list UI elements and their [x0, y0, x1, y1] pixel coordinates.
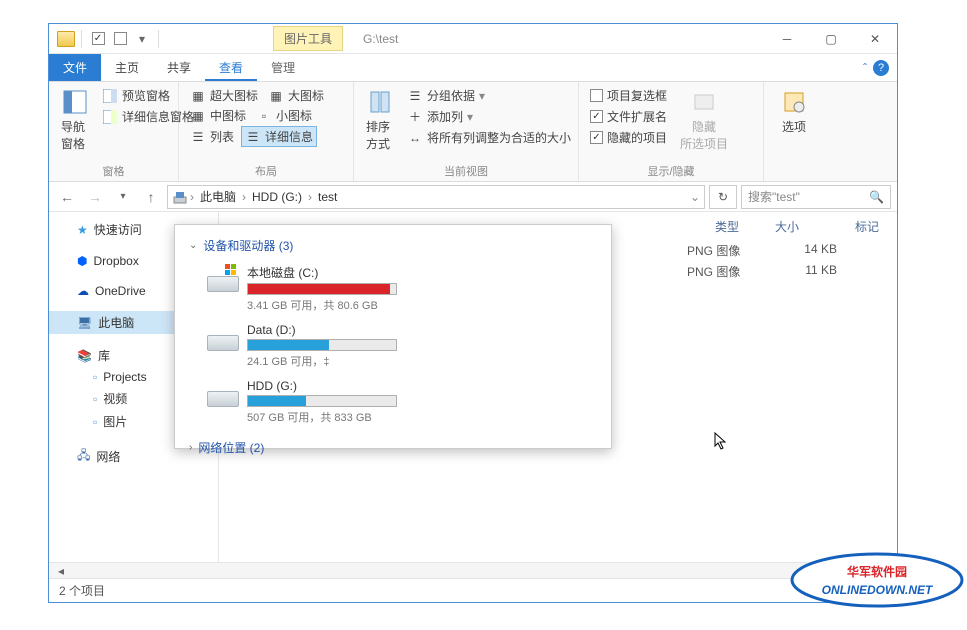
contextual-tab-label: 图片工具	[273, 26, 343, 51]
close-button[interactable]: ✕	[853, 25, 897, 53]
scroll-left-arrow[interactable]: ◂	[53, 564, 69, 578]
group-by-button[interactable]: ☰分组依据 ▾	[404, 86, 574, 105]
view-md-icons[interactable]: ▦中图标	[187, 106, 249, 125]
ribbon-group-label: 当前视图	[362, 161, 570, 179]
tab-view[interactable]: 查看	[205, 54, 257, 81]
ribbon-group-label: 显示/隐藏	[587, 161, 755, 179]
chevron-right-icon: ›	[189, 442, 192, 453]
file-ext-toggle[interactable]: 文件扩展名	[587, 107, 670, 126]
qat-button[interactable]	[88, 29, 108, 49]
qat-dropdown[interactable]: ▾	[132, 29, 152, 49]
quick-access-toolbar: ▾	[49, 29, 163, 49]
breadcrumb-bar[interactable]: › 此电脑 › HDD (G:) › test ⌄	[167, 185, 705, 209]
pictures-icon: ▫	[93, 415, 97, 429]
maximize-button[interactable]: ▢	[809, 25, 853, 53]
tab-manage[interactable]: 管理	[257, 54, 309, 81]
search-placeholder: 搜索"test"	[748, 188, 800, 205]
drive-icon	[207, 379, 239, 407]
tab-share[interactable]: 共享	[153, 54, 205, 81]
star-icon: ★	[77, 223, 88, 237]
drive-free-text: 3.41 GB 可用，共 80.6 GB	[247, 297, 397, 313]
view-xl-icons[interactable]: ▦超大图标	[187, 86, 261, 105]
drive-item[interactable]: 本地磁盘 (C:) 3.41 GB 可用，共 80.6 GB	[207, 264, 397, 313]
back-button[interactable]: ←	[55, 185, 79, 209]
chevron-down-icon: ⌄	[189, 240, 197, 251]
file-row[interactable]: PNG 图像 14 KB	[687, 240, 887, 261]
ribbon-collapse-icon[interactable]: ˆ	[863, 61, 867, 75]
drive-usage-bar	[247, 339, 397, 351]
drive-free-text: 24.1 GB 可用，‡	[247, 353, 397, 369]
ribbon: 导航窗格 预览窗格 详细信息窗格 窗格 ▦超大图标 ▦大图标 ▦中图标 ▫小图标	[49, 82, 897, 182]
window-title: G:\test	[363, 32, 398, 46]
item-count: 2 个项目	[59, 582, 105, 599]
sort-button[interactable]: 排序方式	[362, 86, 398, 154]
folder-icon: ▫	[93, 370, 97, 384]
mouse-cursor	[714, 432, 728, 450]
help-icon[interactable]: ?	[873, 60, 889, 76]
view-details[interactable]: ☰详细信息	[241, 126, 317, 147]
history-dropdown[interactable]: ▾	[111, 185, 135, 209]
up-button[interactable]: ↑	[139, 185, 163, 209]
hide-selected-button[interactable]: 隐藏 所选项目	[676, 86, 732, 154]
view-list[interactable]: ☰列表	[187, 126, 237, 147]
cloud-icon: ☁	[77, 284, 89, 298]
drive-icon	[207, 323, 239, 351]
tab-file[interactable]: 文件	[49, 54, 101, 81]
autosize-columns-button[interactable]: ↔将所有列调整为合适的大小	[404, 128, 574, 147]
column-type[interactable]: 类型	[697, 218, 757, 235]
drive-usage-bar	[247, 395, 397, 407]
folder-icon	[57, 31, 75, 47]
svg-text:ONLINEDOWN.NET: ONLINEDOWN.NET	[822, 583, 934, 597]
ribbon-tabs: 文件 主页 共享 查看 管理 ˆ ?	[49, 54, 897, 82]
status-bar: 2 个项目	[49, 578, 897, 602]
drives-popup: ⌄ 设备和驱动器 (3) 本地磁盘 (C:) 3.41 GB 可用，共 80.6…	[174, 224, 612, 449]
minimize-button[interactable]: ─	[765, 25, 809, 53]
ribbon-group-label: 窗格	[57, 161, 170, 179]
pc-icon: 🖥	[77, 316, 92, 330]
drive-item[interactable]: Data (D:) 24.1 GB 可用，‡	[207, 323, 397, 369]
search-input[interactable]: 搜索"test" 🔍	[741, 185, 891, 209]
search-icon: 🔍	[869, 190, 884, 204]
network-section-header[interactable]: › 网络位置 (2)	[189, 435, 597, 460]
options-button[interactable]: 选项	[776, 86, 812, 137]
crumb-drive[interactable]: HDD (G:)	[248, 188, 306, 206]
item-checkboxes-toggle[interactable]: 项目复选框	[587, 86, 670, 105]
drive-item[interactable]: HDD (G:) 507 GB 可用，共 833 GB	[207, 379, 397, 425]
horizontal-scrollbar[interactable]: ◂ ▸	[49, 562, 897, 578]
library-icon: 📚	[77, 349, 92, 363]
drive-usage-bar	[247, 283, 397, 295]
view-sm-icons[interactable]: ▫小图标	[253, 106, 315, 125]
qat-button[interactable]	[110, 29, 130, 49]
tab-home[interactable]: 主页	[101, 54, 153, 81]
drive-name: HDD (G:)	[247, 379, 397, 393]
drive-name: Data (D:)	[247, 323, 397, 337]
devices-section-header[interactable]: ⌄ 设备和驱动器 (3)	[189, 233, 597, 258]
dropbox-icon: ⬢	[77, 254, 87, 268]
video-icon: ▫	[93, 392, 97, 406]
view-lg-icons[interactable]: ▦大图标	[265, 86, 327, 105]
network-icon: 🖧	[77, 446, 90, 467]
svg-text:华军软件园: 华军软件园	[847, 564, 907, 579]
crumb-folder[interactable]: test	[314, 188, 341, 206]
column-size[interactable]: 大小	[757, 218, 837, 235]
drive-icon	[207, 264, 239, 292]
watermark-logo: 华军软件园 ONLINEDOWN.NET	[787, 550, 967, 610]
drive-name: 本地磁盘 (C:)	[247, 264, 397, 281]
refresh-button[interactable]: ↻	[709, 185, 737, 209]
address-bar: ← → ▾ ↑ › 此电脑 › HDD (G:) › test ⌄ ↻ 搜索"t…	[49, 182, 897, 212]
file-row[interactable]: PNG 图像 11 KB	[687, 261, 887, 282]
ribbon-group-label: 布局	[187, 161, 345, 179]
forward-button[interactable]: →	[83, 185, 107, 209]
column-tag[interactable]: 标记	[837, 218, 897, 235]
add-column-button[interactable]: ＋添加列 ▾	[404, 107, 574, 126]
nav-pane-button[interactable]: 导航窗格	[57, 86, 93, 154]
crumb-pc[interactable]: 此电脑	[196, 186, 240, 207]
hidden-items-toggle[interactable]: 隐藏的项目	[587, 128, 670, 147]
drive-free-text: 507 GB 可用，共 833 GB	[247, 409, 397, 425]
titlebar: ▾ 图片工具 G:\test ─ ▢ ✕	[49, 24, 897, 54]
